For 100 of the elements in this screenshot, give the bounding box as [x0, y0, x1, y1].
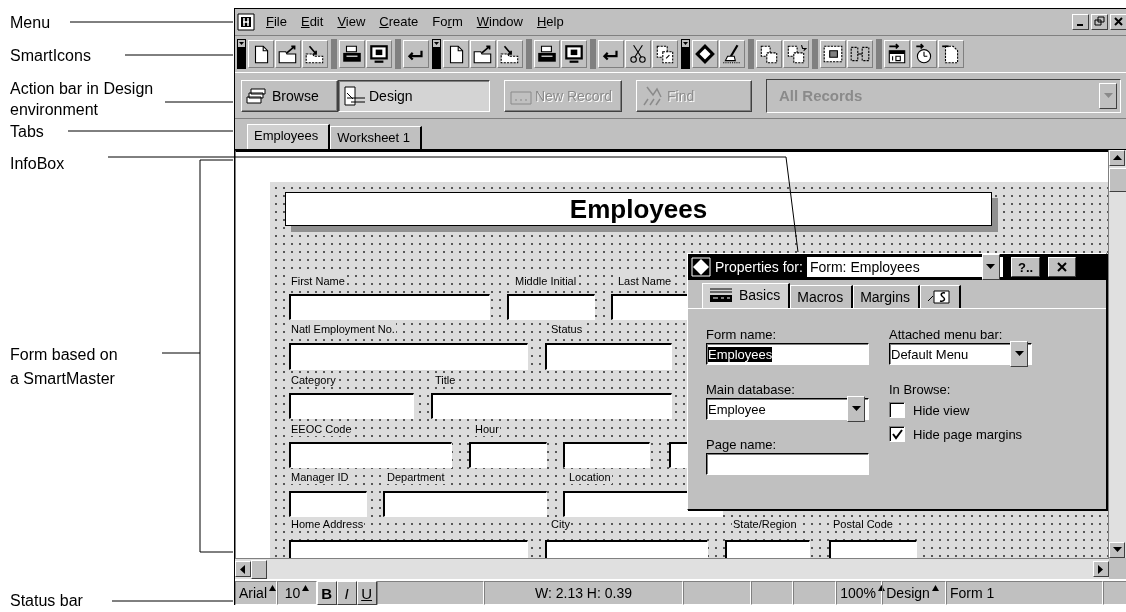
menu-item[interactable]: File: [259, 14, 294, 30]
menu-item[interactable]: View: [330, 14, 373, 30]
new-document-icon[interactable]: [248, 39, 274, 68]
view-tab[interactable]: Employees: [247, 124, 331, 150]
scrollbar-thumb[interactable]: [1109, 168, 1126, 193]
dotted-pages-icon[interactable]: [652, 39, 678, 68]
toolbar-separator: [331, 38, 337, 69]
form-field[interactable]: [431, 393, 672, 420]
dotted-documents-icon[interactable]: [756, 39, 782, 68]
callout-label: SmartIcons: [10, 46, 92, 66]
form-field[interactable]: [289, 393, 414, 420]
scroll-down-icon[interactable]: [1109, 542, 1125, 559]
target-dropdown[interactable]: Form: Employees: [806, 257, 1003, 278]
form-field[interactable]: [289, 343, 528, 371]
field-label: State/Region: [732, 518, 798, 532]
monitor-icon[interactable]: [366, 39, 392, 68]
status-field[interactable]: 10: [277, 581, 317, 605]
field-label: Hour: [474, 423, 500, 437]
toolbar-grip[interactable]: [432, 38, 441, 69]
calendar-icon[interactable]: [884, 39, 910, 68]
connector-icon[interactable]: [847, 39, 873, 68]
menu-item[interactable]: Create: [372, 14, 426, 30]
toolbar-separator: [876, 38, 882, 69]
form-layout-icon: [709, 287, 733, 304]
dropdown-icon[interactable]: [433, 39, 440, 47]
style-button[interactable]: U: [356, 581, 377, 605]
dropdown-icon[interactable]: [682, 39, 689, 47]
view-tab[interactable]: Worksheet 1: [330, 126, 423, 150]
horizontal-scrollbar[interactable]: [235, 558, 1109, 580]
action-button[interactable]: Design: [338, 79, 490, 112]
dashed-folder-icon[interactable]: [302, 39, 328, 68]
infobox-tab[interactable]: Margins: [853, 285, 920, 309]
callout-label: InfoBox: [10, 154, 66, 174]
form-field[interactable]: [507, 294, 595, 321]
form-field[interactable]: [469, 442, 547, 469]
toolbar-separator: [812, 38, 818, 69]
scroll-left-icon[interactable]: [235, 561, 251, 578]
toolbar-separator: [395, 38, 401, 69]
checkbox-label: Hide page margins: [913, 426, 1023, 442]
checkbox[interactable]: [889, 402, 905, 419]
form-field[interactable]: [289, 491, 367, 518]
style-button[interactable]: I: [336, 581, 357, 605]
menu-item[interactable]: Form: [425, 14, 470, 30]
input-field[interactable]: [706, 453, 869, 476]
infobox-tab[interactable]: [919, 285, 961, 309]
form-field[interactable]: [289, 294, 490, 321]
open-folder-icon[interactable]: [470, 39, 496, 68]
menu-item[interactable]: Window: [469, 14, 530, 30]
printer-icon[interactable]: [339, 39, 365, 68]
form-field[interactable]: [289, 442, 452, 469]
design-layout-icon: [343, 84, 367, 107]
status-field[interactable]: Form 1: [945, 581, 1104, 605]
dotted-box-icon[interactable]: [820, 39, 846, 68]
app-icon[interactable]: [237, 12, 255, 31]
binoculars-icon: [641, 84, 665, 107]
toolbar-grip[interactable]: [681, 38, 690, 69]
new-document-icon[interactable]: [443, 39, 469, 68]
infobox-tab[interactable]: Macros: [790, 285, 854, 309]
restore-icon[interactable]: [1091, 13, 1108, 30]
form-field[interactable]: [563, 442, 650, 469]
field-label: Natl Employment No.: [290, 323, 396, 337]
toolbar-grip[interactable]: [237, 38, 246, 69]
callout-label: Tabs: [10, 122, 45, 142]
menu-item[interactable]: Edit: [293, 14, 331, 30]
input-field[interactable]: Employees: [706, 343, 869, 366]
brush-icon[interactable]: [719, 39, 745, 68]
menu-item[interactable]: Help: [529, 14, 571, 30]
style-button[interactable]: B: [316, 581, 337, 605]
infobox-tab[interactable]: Basics: [702, 283, 791, 309]
status-field[interactable]: Arial: [235, 581, 277, 605]
script-icon: [926, 289, 951, 306]
open-folder-icon[interactable]: [275, 39, 301, 68]
dashed-document-icon[interactable]: [938, 39, 964, 68]
close-icon[interactable]: [1048, 257, 1077, 278]
dropdown-field[interactable]: Employee: [706, 398, 869, 421]
scroll-up-icon[interactable]: [1109, 150, 1125, 167]
close-icon[interactable]: [1110, 13, 1126, 30]
status-field[interactable]: W: 2.13 H: 0.39: [484, 581, 683, 605]
minimize-icon[interactable]: [1072, 13, 1089, 30]
toolbar-separator: [590, 38, 596, 69]
status-field[interactable]: 100%: [836, 581, 883, 605]
status-field[interactable]: Design: [882, 581, 946, 605]
dashed-folder-icon[interactable]: [497, 39, 523, 68]
monitor-icon[interactable]: [561, 39, 587, 68]
help-button[interactable]: ?..: [1010, 257, 1041, 278]
action-button[interactable]: Browse: [241, 79, 338, 112]
checkbox[interactable]: [889, 426, 905, 443]
scissors-icon[interactable]: [625, 39, 651, 68]
toolbar-separator: [526, 38, 532, 69]
caret-icon: [302, 585, 310, 592]
form-field[interactable]: [383, 491, 547, 518]
scroll-right-icon[interactable]: [1093, 561, 1109, 578]
printer-icon[interactable]: [534, 39, 560, 68]
dropdown-icon[interactable]: [238, 39, 245, 47]
vertical-scrollbar[interactable]: [1108, 150, 1126, 559]
dropdown-field[interactable]: Default Menu: [889, 343, 1032, 366]
clock-icon[interactable]: [911, 39, 937, 68]
form-field[interactable]: [545, 343, 672, 371]
scrollbar-thumb[interactable]: [251, 559, 267, 579]
caret-icon: [878, 585, 886, 592]
